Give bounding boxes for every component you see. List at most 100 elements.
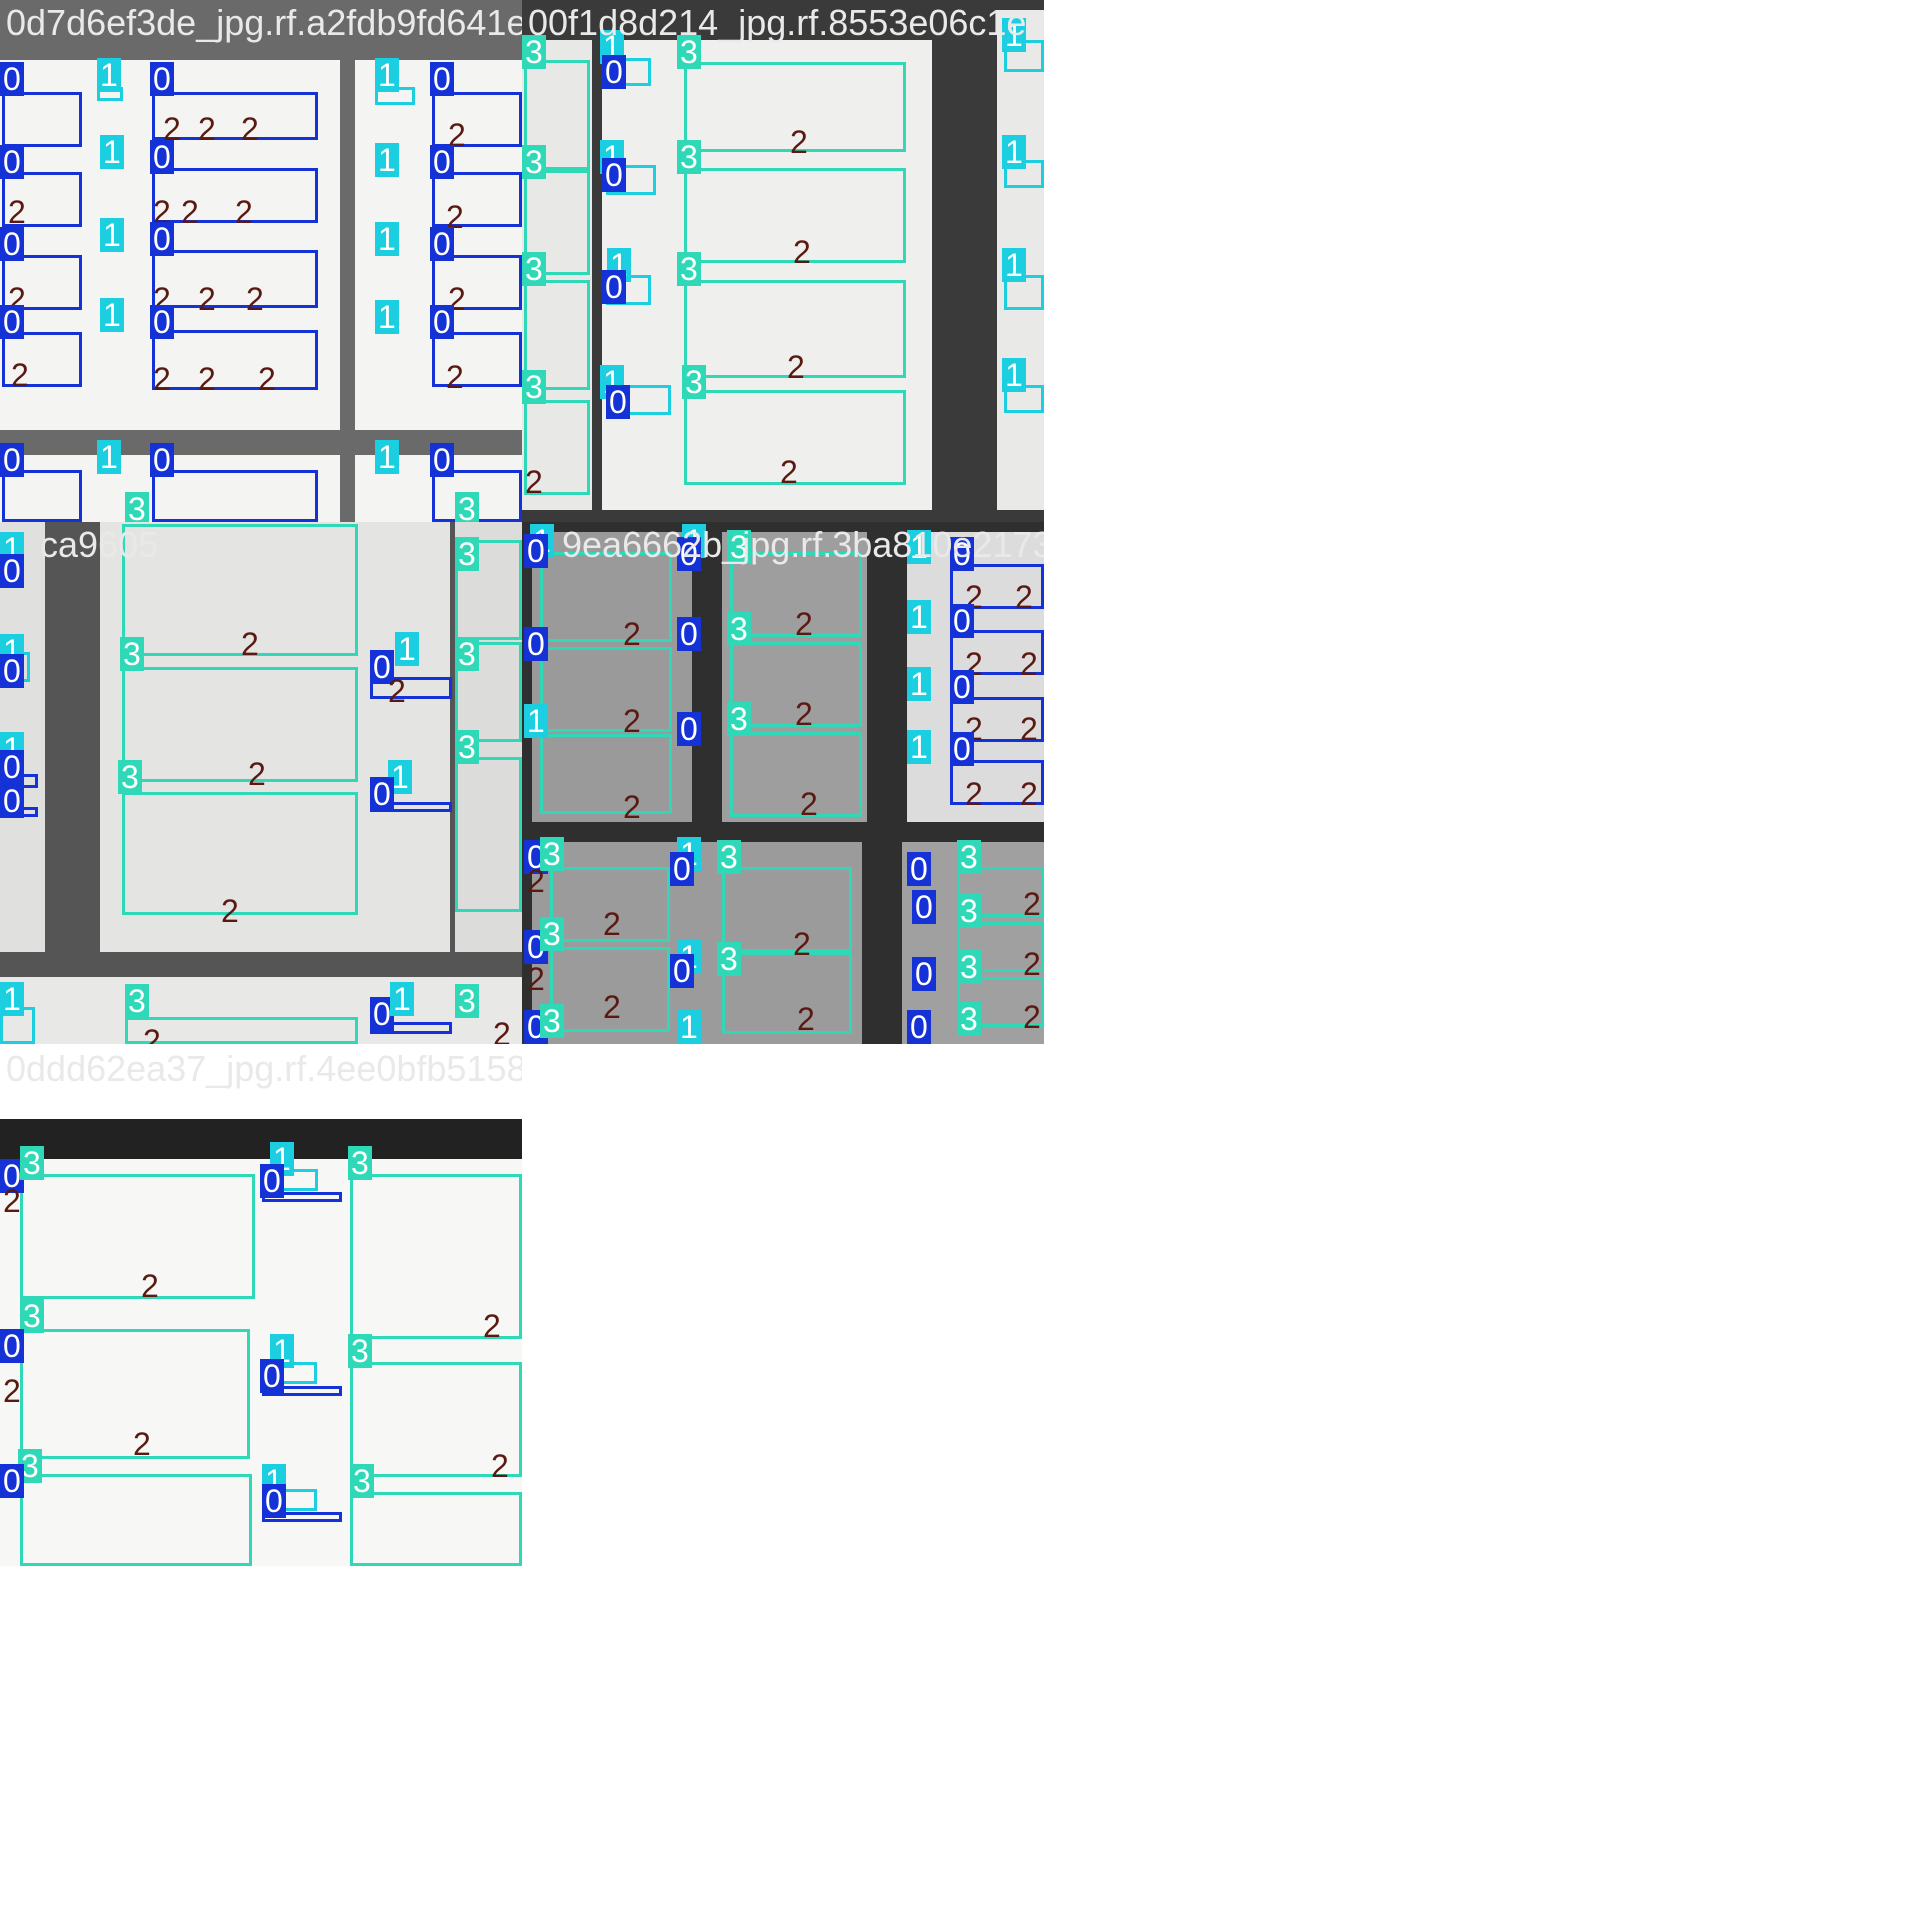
class-tag: 3	[455, 637, 479, 671]
class-tag: 2	[241, 626, 259, 662]
class-tag: 0	[0, 305, 24, 339]
class-tag: 3	[957, 950, 981, 984]
class-tag: 2	[143, 1023, 161, 1044]
tile-filename-label: 0ddd62ea37_jpg.rf.4ee0bfb5158b8ccce88833	[6, 1048, 522, 1089]
class-tag: 2	[603, 989, 621, 1025]
class-tag: 2	[198, 111, 216, 147]
annotation-box	[2, 92, 82, 147]
class-tag: 2	[800, 786, 818, 822]
class-tag: 3	[350, 1464, 374, 1498]
class-tag: 0	[524, 534, 548, 568]
class-tag: 1	[1002, 135, 1026, 169]
class-tag: 0	[0, 227, 24, 261]
class-tag: 2	[246, 281, 264, 317]
class-tag: 2	[793, 926, 811, 962]
class-tag: 0	[0, 1329, 24, 1363]
class-tag: 1	[524, 704, 548, 738]
class-tag: 3	[522, 252, 546, 286]
class-tag: 2	[623, 616, 641, 652]
class-tag: 0	[670, 954, 694, 988]
class-tag: 0	[0, 784, 24, 818]
tile-filename-label: 00f1d8d214_jpg.rf.8553e06c1e5ae6b656bfca	[528, 2, 1044, 43]
mosaic-tile-4: 9ea6662b_jpg.rf.3ba810e2173bbddfc676a0 1…	[522, 522, 1044, 1044]
class-tag: 1	[0, 982, 24, 1016]
book-edge	[0, 1119, 522, 1159]
class-tag: 3	[455, 492, 479, 522]
class-tag: 1	[100, 218, 124, 252]
class-tag: 1	[100, 135, 124, 169]
class-tag: 2	[795, 696, 813, 732]
class-tag: 0	[0, 1464, 24, 1498]
class-tag: 0	[150, 443, 174, 477]
class-tag: 2	[3, 1373, 21, 1409]
class-tag: 2	[11, 357, 29, 393]
class-tag: 1	[375, 143, 399, 177]
class-tag: 0	[430, 62, 454, 96]
class-tag: 3	[717, 942, 741, 976]
class-tag: 2	[797, 1001, 815, 1037]
class-tag: 2	[1020, 711, 1038, 747]
class-tag: 2	[133, 1426, 151, 1462]
class-tag: 0	[0, 443, 24, 477]
class-tag: 0	[0, 62, 24, 96]
class-tag: 2	[1023, 999, 1041, 1035]
class-tag: 2	[446, 359, 464, 395]
class-tag: 2	[493, 1016, 511, 1044]
class-tag: 2	[1023, 886, 1041, 922]
annotation-box	[722, 867, 852, 952]
class-tag: 3	[522, 370, 546, 404]
mosaic-tile-3: ca9605 1 0 3 2 3 1 0 3 0 1 2 3 2 3 1 0 0…	[0, 522, 522, 1044]
class-tag: 3	[348, 1146, 372, 1180]
class-tag: 2	[258, 361, 276, 397]
class-tag: 1	[375, 440, 399, 474]
class-tag: 2	[603, 906, 621, 942]
class-tag: 0	[670, 852, 694, 886]
class-tag: 0	[150, 222, 174, 256]
class-tag: 2	[527, 863, 545, 899]
class-tag: 3	[540, 917, 564, 951]
class-tag: 3	[120, 637, 144, 671]
class-tag: 3	[957, 1002, 981, 1036]
class-tag: 1	[97, 58, 121, 92]
tile-filename-label: 9ea6662b_jpg.rf.3ba810e2173bbddfc676a0	[562, 524, 1044, 565]
class-tag: 0	[0, 654, 24, 688]
class-tag: 3	[677, 140, 701, 174]
class-tag: 0	[602, 158, 626, 192]
class-tag: 2	[248, 756, 266, 792]
annotation-box	[540, 734, 672, 814]
tile-filename-label: 0d7d6ef3de_jpg.rf.a2fdb9fd641e7571700915…	[6, 2, 522, 43]
class-tag: 2	[1020, 646, 1038, 682]
class-tag: 3	[455, 730, 479, 764]
annotation-box	[540, 647, 672, 732]
class-tag: 0	[912, 957, 936, 991]
class-tag: 0	[0, 750, 24, 784]
class-tag: 1	[100, 298, 124, 332]
class-tag: 0	[602, 270, 626, 304]
class-tag: 0	[430, 305, 454, 339]
class-tag: 1	[375, 300, 399, 334]
class-tag: 0	[430, 443, 454, 477]
class-tag: 0	[950, 604, 974, 638]
class-tag: 1	[375, 222, 399, 256]
class-tag: 3	[20, 1146, 44, 1180]
class-tag: 2	[525, 464, 543, 500]
annotation-box	[152, 470, 318, 522]
class-tag: 0	[950, 670, 974, 704]
class-tag: 3	[455, 537, 479, 571]
class-tag: 3	[348, 1334, 372, 1368]
class-tag: 1	[907, 730, 931, 764]
class-tag: 2	[235, 194, 253, 230]
class-tag: 3	[677, 252, 701, 286]
class-tag: 0	[677, 617, 701, 651]
class-tag: 2	[790, 124, 808, 160]
class-tag: 3	[522, 145, 546, 179]
class-tag: 2	[198, 281, 216, 317]
class-tag: 2	[221, 893, 239, 929]
class-tag: 3	[957, 840, 981, 874]
class-tag: 2	[1015, 579, 1033, 615]
class-tag: 0	[912, 890, 936, 924]
class-tag: 0	[430, 227, 454, 261]
class-tag: 1	[390, 982, 414, 1016]
class-tag: 0	[0, 554, 24, 588]
class-tag: 2	[787, 349, 805, 385]
